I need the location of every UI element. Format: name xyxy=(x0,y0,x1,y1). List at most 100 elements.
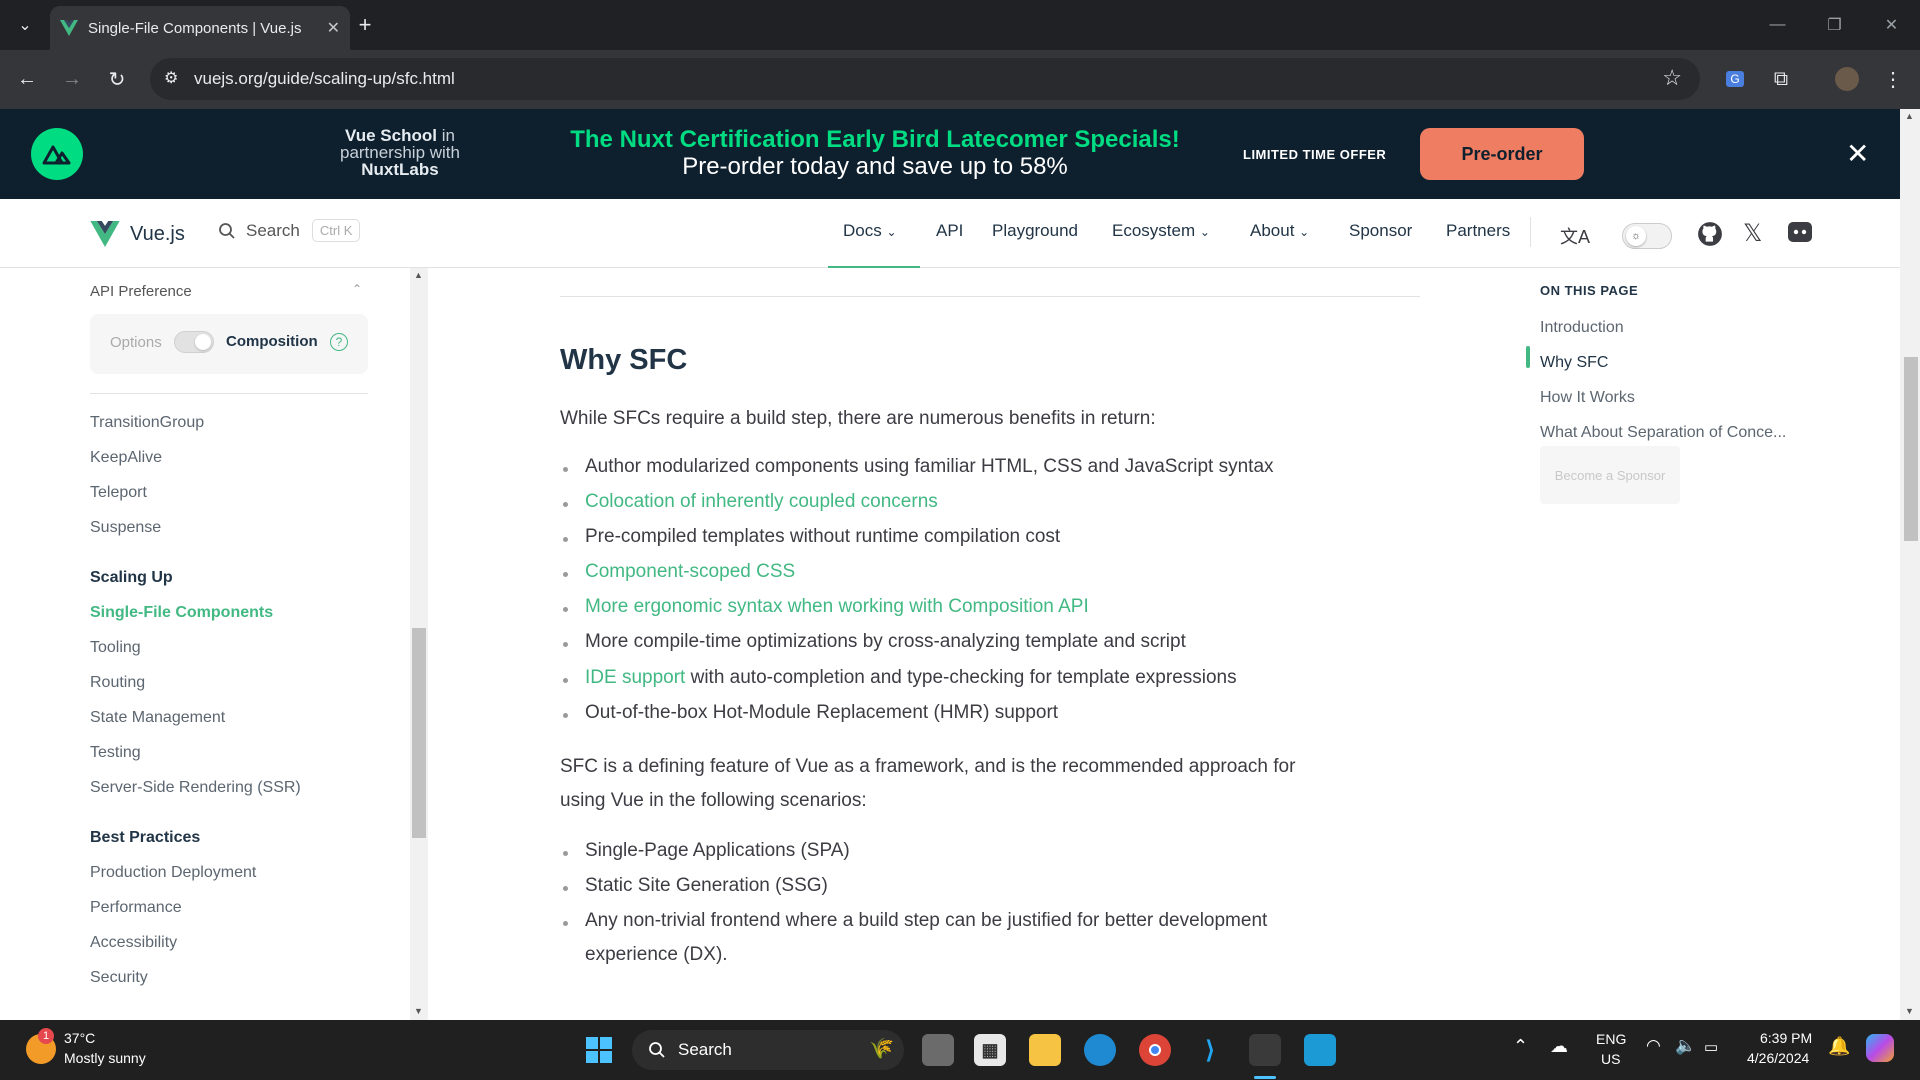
volume-icon[interactable]: 🔈 xyxy=(1675,1036,1696,1056)
sidebar-item-security[interactable]: Security xyxy=(90,969,148,987)
composition-label[interactable]: Composition xyxy=(226,333,318,350)
file-explorer-icon[interactable] xyxy=(1029,1034,1061,1066)
extensions-icon[interactable]: ⧉ xyxy=(1764,62,1798,96)
profile-avatar[interactable] xyxy=(1830,62,1864,96)
limited-offer-label: LIMITED TIME OFFER xyxy=(1243,147,1387,162)
ide-support-text: with auto-completion and type-checking f… xyxy=(685,667,1237,688)
nav-ecosystem[interactable]: Ecosystem ⌄ xyxy=(1112,221,1210,241)
github-icon[interactable] xyxy=(1697,221,1723,253)
sidebar-item-ssr[interactable]: Server-Side Rendering (SSR) xyxy=(90,779,301,797)
edge-browser-icon[interactable] xyxy=(1084,1034,1116,1066)
nav-about[interactable]: About ⌄ xyxy=(1250,221,1309,241)
sidebar-item-suspense[interactable]: Suspense xyxy=(90,519,161,537)
page-scroll-thumb[interactable] xyxy=(1904,357,1918,541)
sidebar-item-tooling[interactable]: Tooling xyxy=(90,639,141,657)
site-info-icon[interactable]: ⚙ xyxy=(164,68,178,88)
scroll-up-arrow-icon[interactable]: ▲ xyxy=(1905,111,1914,121)
clock-time[interactable]: 6:39 PM xyxy=(1760,1030,1812,1046)
docs-search-button[interactable]: Search Ctrl K xyxy=(218,219,361,242)
minimize-button[interactable]: — xyxy=(1749,0,1806,50)
active-app-icon[interactable] xyxy=(1249,1034,1281,1066)
address-bar[interactable]: ⚙ vuejs.org/guide/scaling-up/sfc.html ☆ xyxy=(150,58,1700,100)
browser-tab[interactable]: Single-File Components | Vue.js ✕ xyxy=(50,6,350,50)
weather-temp[interactable]: 37°C xyxy=(64,1030,95,1046)
toc-item-separation-of-concerns[interactable]: What About Separation of Conce... xyxy=(1540,424,1786,442)
vue-favicon-icon xyxy=(60,20,78,36)
toc-item-introduction[interactable]: Introduction xyxy=(1540,319,1624,337)
api-style-switch[interactable] xyxy=(174,331,214,353)
nav-partners[interactable]: Partners xyxy=(1446,221,1510,241)
sidebar-item-state-management[interactable]: State Management xyxy=(90,709,225,727)
chevron-up-icon[interactable]: ⌃ xyxy=(352,282,362,296)
toc-item-why-sfc[interactable]: Why SFC xyxy=(1540,354,1608,372)
sidebar-section-scaling-up: Scaling Up xyxy=(90,569,173,586)
taskbar-search[interactable]: Search 🌾 xyxy=(632,1030,904,1070)
nav-docs[interactable]: Docs ⌄ xyxy=(843,221,897,241)
reload-button[interactable]: ↻ xyxy=(100,62,134,96)
scroll-down-arrow-icon[interactable]: ▼ xyxy=(414,1006,423,1016)
chrome-icon[interactable] xyxy=(1139,1034,1171,1066)
onedrive-cloud-icon[interactable]: ☁ xyxy=(1550,1036,1568,1057)
preorder-button[interactable]: Pre-order xyxy=(1420,128,1584,180)
notification-bell-icon[interactable]: 🔔 xyxy=(1828,1036,1850,1057)
list-item-link[interactable]: Colocation of inherently coupled concern… xyxy=(563,491,938,513)
close-window-button[interactable]: ✕ xyxy=(1863,0,1920,50)
api-preference-switcher: Options Composition ? xyxy=(90,314,368,374)
back-button[interactable]: ← xyxy=(10,62,44,96)
chrome-menu-icon[interactable]: ⋮ xyxy=(1876,62,1910,96)
sidebar-item-accessibility[interactable]: Accessibility xyxy=(90,934,177,952)
vue-home-link[interactable]: Vue.js xyxy=(90,221,185,247)
list-item-link[interactable]: More ergonomic syntax when working with … xyxy=(563,596,1089,618)
toc-item-how-it-works[interactable]: How It Works xyxy=(1540,389,1635,407)
sidebar-item-teleport[interactable]: Teleport xyxy=(90,484,147,502)
docs-sidebar: API Preference ⌃ Options Composition ? T… xyxy=(0,268,410,1020)
sidebar-scrollbar[interactable]: ▲ ▼ xyxy=(410,268,428,1020)
wifi-icon[interactable]: ◠ xyxy=(1646,1036,1661,1056)
discord-icon[interactable] xyxy=(1787,221,1813,249)
dark-mode-toggle[interactable]: ☼ xyxy=(1622,223,1672,249)
language-region[interactable]: US xyxy=(1601,1051,1620,1067)
options-label[interactable]: Options xyxy=(110,334,162,351)
clock-date[interactable]: 4/26/2024 xyxy=(1747,1050,1809,1066)
windows-start-icon[interactable] xyxy=(583,1034,615,1066)
ide-support-link[interactable]: IDE support xyxy=(585,667,685,688)
tray-chevron-up-icon[interactable]: ⌃ xyxy=(1513,1036,1528,1057)
translate-extension-icon[interactable]: G xyxy=(1718,62,1752,96)
nav-playground[interactable]: Playground xyxy=(992,221,1078,241)
sidebar-item-transitiongroup[interactable]: TransitionGroup xyxy=(90,414,204,432)
translate-icon[interactable]: 文A xyxy=(1560,223,1590,249)
vscode-icon[interactable]: ⟩ xyxy=(1194,1034,1226,1066)
copilot-icon[interactable] xyxy=(1866,1034,1894,1062)
tab-close-icon[interactable]: ✕ xyxy=(327,18,340,38)
promo-banner[interactable]: Vue School in partnership with NuxtLabs … xyxy=(0,109,1900,199)
bookmark-star-icon[interactable]: ☆ xyxy=(1662,65,1682,91)
language-code[interactable]: ENG xyxy=(1596,1031,1626,1047)
new-tab-button[interactable]: + xyxy=(348,8,382,42)
nav-api[interactable]: API xyxy=(936,221,963,241)
nav-sponsor[interactable]: Sponsor xyxy=(1349,221,1412,241)
page-scrollbar[interactable]: ▲ ▼ xyxy=(1900,109,1920,1020)
weather-desc[interactable]: Mostly sunny xyxy=(64,1050,146,1066)
battery-icon[interactable]: ▭ xyxy=(1704,1038,1718,1056)
sidebar-item-testing[interactable]: Testing xyxy=(90,744,141,762)
become-sponsor-button[interactable]: Become a Sponsor xyxy=(1540,446,1680,504)
forward-button[interactable]: → xyxy=(55,62,89,96)
microsoft-store-icon[interactable]: ▦ xyxy=(974,1034,1006,1066)
task-view-icon[interactable] xyxy=(922,1034,954,1066)
sidebar-item-routing[interactable]: Routing xyxy=(90,674,145,692)
list-item-link[interactable]: Component-scoped CSS xyxy=(562,561,795,583)
sidebar-item-performance[interactable]: Performance xyxy=(90,899,182,917)
help-icon[interactable]: ? xyxy=(330,333,348,351)
tab-search-button[interactable]: ⌄ xyxy=(8,8,42,42)
sidebar-item-production-deployment[interactable]: Production Deployment xyxy=(90,864,256,882)
notepad-icon[interactable] xyxy=(1304,1034,1336,1066)
sidebar-item-keepalive[interactable]: KeepAlive xyxy=(90,449,162,467)
browser-toolbar: ← → ↻ ⚙ vuejs.org/guide/scaling-up/sfc.h… xyxy=(0,50,1920,109)
restore-button[interactable]: ❐ xyxy=(1806,0,1863,50)
sidebar-scroll-thumb[interactable] xyxy=(412,628,426,838)
banner-close-icon[interactable]: ✕ xyxy=(1846,137,1869,170)
x-twitter-icon[interactable]: 𝕏 xyxy=(1743,219,1762,248)
sidebar-item-sfc[interactable]: Single-File Components xyxy=(90,604,273,622)
scroll-up-arrow-icon[interactable]: ▲ xyxy=(414,270,423,280)
scroll-down-arrow-icon[interactable]: ▼ xyxy=(1905,1006,1914,1016)
